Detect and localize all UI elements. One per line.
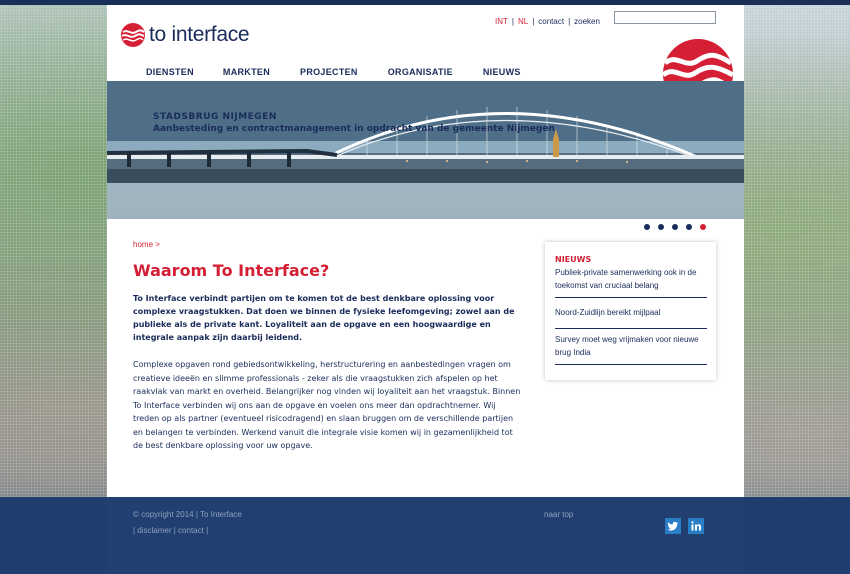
zoeken-link[interactable]: zoeken	[574, 17, 600, 26]
news-item[interactable]: Noord-Zuidlijn bereikt mijlpaal	[555, 306, 711, 319]
separator: |	[568, 17, 571, 26]
slider-dot[interactable]	[672, 224, 678, 230]
nav-markten[interactable]: MARKTEN	[223, 67, 270, 77]
slider-dot[interactable]	[644, 224, 650, 230]
top-links: INT | NL | contact | zoeken	[495, 17, 600, 26]
lang-nl-link[interactable]: NL	[518, 17, 528, 26]
twitter-icon[interactable]	[665, 518, 681, 534]
footer: © copyright 2014 | To Interface | discla…	[0, 497, 850, 574]
footer-inner: © copyright 2014 | To Interface | discla…	[107, 497, 744, 574]
hero-subtitle: Aanbesteding en contractmanagement in op…	[153, 124, 555, 134]
page-title: Waarom To Interface?	[133, 261, 330, 280]
news-item[interactable]: Survey moet weg vrijmaken voor nieuwe br…	[555, 333, 711, 359]
slider-dot[interactable]	[686, 224, 692, 230]
hero-banner[interactable]	[107, 81, 744, 219]
news-item[interactable]: Publiek-private samenwerking ook in de t…	[555, 266, 711, 292]
nav-projecten[interactable]: PROJECTEN	[300, 67, 358, 77]
linkedin-icon[interactable]	[688, 518, 704, 534]
main-nav: DIENSTEN MARKTEN PROJECTEN ORGANISATIE N…	[146, 67, 521, 77]
main-page: to interface INT | NL | contact | zoeken DIENS…	[107, 5, 744, 497]
slider-dots	[644, 224, 714, 230]
hero-title: STADSBRUG NIJMEGEN	[153, 112, 277, 122]
footer-copyright: © copyright 2014 | To Interface	[133, 510, 242, 519]
logo-mark-icon	[121, 23, 145, 47]
separator: |	[532, 17, 535, 26]
back-to-top-link[interactable]: naar top	[544, 510, 573, 519]
nav-diensten[interactable]: DIENSTEN	[146, 67, 194, 77]
intro-text: To Interface verbindt partijen om te kom…	[133, 294, 515, 342]
footer-links[interactable]: | disclamer | contact |	[133, 526, 208, 535]
news-divider	[555, 328, 707, 329]
news-divider	[555, 364, 707, 365]
hero-caption-bar	[107, 183, 744, 219]
news-divider	[555, 297, 707, 298]
body-text: Complexe opgaven rond gebiedsontwikkelin…	[133, 360, 521, 450]
nav-nieuws[interactable]: NIEUWS	[483, 67, 521, 77]
breadcrumb[interactable]: home >	[133, 240, 160, 249]
separator: |	[511, 17, 514, 26]
news-heading: NIEUWS	[555, 255, 592, 264]
logo[interactable]: to interface	[121, 23, 250, 47]
logo-text: to interface	[149, 23, 250, 46]
news-box: NIEUWS Publiek-private samenwerking ook …	[545, 242, 716, 380]
contact-link[interactable]: contact	[538, 17, 564, 26]
lang-int-link[interactable]: INT	[495, 17, 508, 26]
nav-organisatie[interactable]: ORGANISATIE	[388, 67, 453, 77]
slider-dot[interactable]	[658, 224, 664, 230]
slider-dot-active[interactable]	[700, 224, 706, 230]
search-input[interactable]	[614, 11, 716, 24]
